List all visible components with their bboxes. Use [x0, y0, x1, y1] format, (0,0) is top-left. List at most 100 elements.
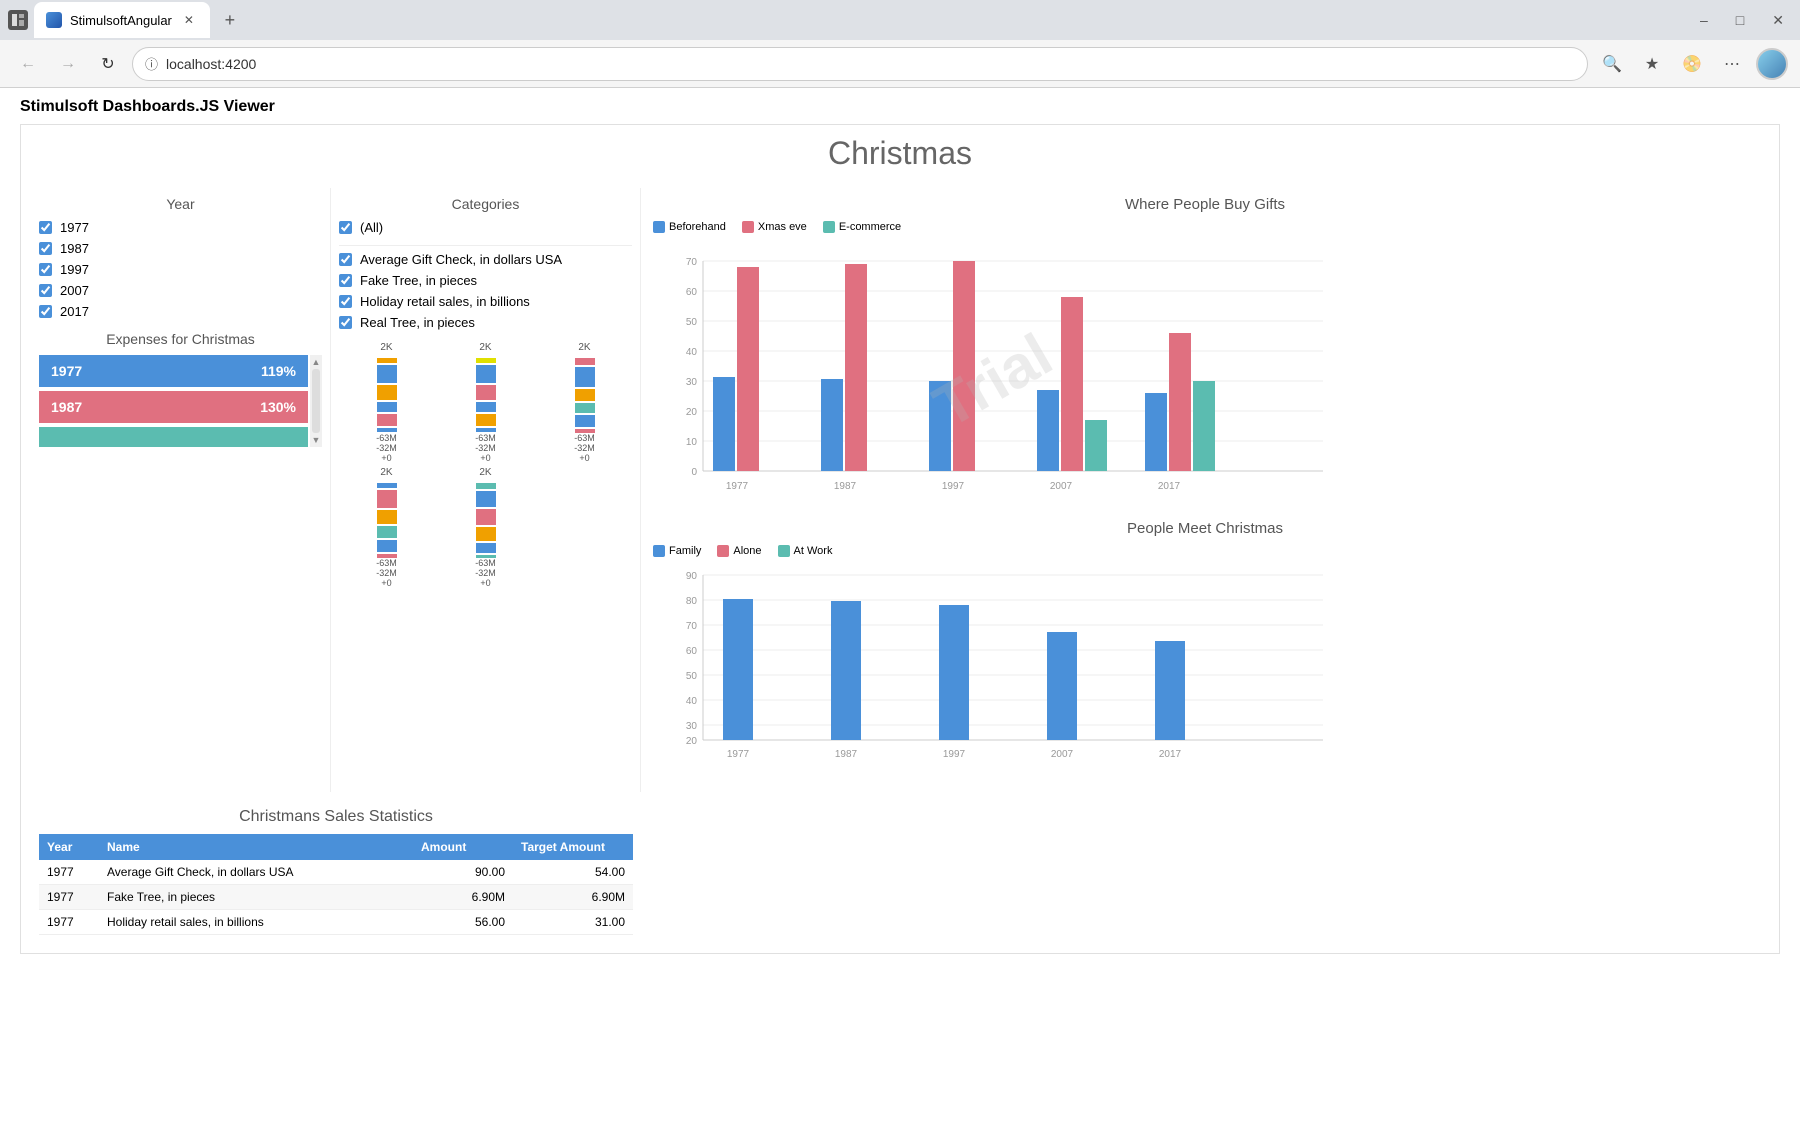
svg-text:60: 60: [686, 646, 698, 657]
close-window-button[interactable]: ✕: [1764, 8, 1792, 33]
where-buy-gifts-legend: Beforehand Xmas eve E-commerce: [653, 221, 1757, 233]
sparkline-2: 2K -63M -32M +0: [438, 342, 533, 463]
cat-realtree[interactable]: Real Tree, in pieces: [339, 315, 632, 330]
cat-label-all: (All): [360, 220, 383, 235]
forward-button[interactable]: →: [52, 48, 84, 80]
profile-avatar[interactable]: [1756, 48, 1788, 80]
year-item-1997[interactable]: 1997: [39, 262, 322, 277]
year-filter: Year 1977 1987 1997: [39, 196, 322, 319]
year-label-1977: 1977: [60, 220, 89, 235]
svg-text:1977: 1977: [727, 749, 750, 760]
cell-amount: 90.00: [413, 860, 513, 885]
title-bar-right: ‒ □ ✕: [1692, 8, 1792, 33]
legend-label-atwork: At Work: [794, 545, 833, 557]
legend-dot-atwork: [778, 545, 790, 557]
svg-text:40: 40: [686, 347, 698, 358]
year-item-1987[interactable]: 1987: [39, 241, 322, 256]
year-checkbox-2007[interactable]: [39, 284, 52, 297]
favorites-icon[interactable]: ★: [1636, 48, 1668, 80]
legend-dot-beforehand: [653, 221, 665, 233]
year-checkbox-1977[interactable]: [39, 221, 52, 234]
cell-target: 31.00: [513, 910, 633, 935]
where-buy-gifts-chart: 0 10 20 30 40 50 60 70: [653, 241, 1333, 501]
svg-text:70: 70: [686, 621, 698, 632]
year-checkbox-1997[interactable]: [39, 263, 52, 276]
back-button[interactable]: ←: [12, 48, 44, 80]
legend-dot-family: [653, 545, 665, 557]
new-tab-button[interactable]: +: [216, 6, 244, 34]
year-checkbox-1987[interactable]: [39, 242, 52, 255]
sparkline-3: 2K -63M -32M +0: [537, 342, 632, 463]
dashboard-container: Christmas Year 1977 1987: [20, 124, 1780, 954]
expense-pct-1977: 119%: [261, 363, 296, 379]
title-bar-left: StimulsoftAngular ✕ +: [8, 2, 244, 38]
svg-text:2007: 2007: [1051, 749, 1074, 760]
year-checkbox-2017[interactable]: [39, 305, 52, 318]
cat-checkbox-faketree[interactable]: [339, 274, 352, 287]
svg-text:1987: 1987: [834, 481, 857, 492]
legend-family: Family: [653, 545, 701, 557]
svg-text:20: 20: [686, 736, 698, 747]
cat-checkbox-retailsales[interactable]: [339, 295, 352, 308]
svg-text:1977: 1977: [726, 481, 749, 492]
svg-text:50: 50: [686, 671, 698, 682]
address-bar[interactable]: ⓘ localhost:4200: [132, 47, 1588, 81]
sparkline-5: 2K -63M -32M +0: [438, 467, 533, 588]
cat-retailsales[interactable]: Holiday retail sales, in billions: [339, 294, 632, 309]
middle-column: Categories (All) Average Gift Check, in …: [331, 188, 641, 792]
cell-target: 6.90M: [513, 885, 633, 910]
expenses-scrollbar[interactable]: ▲ ▼: [310, 355, 322, 447]
browser-window: StimulsoftAngular ✕ + ‒ □ ✕ ← → ↻ ⓘ loca…: [0, 0, 1800, 1148]
svg-text:20: 20: [686, 407, 698, 418]
people-meet-chart: 20 30 40 50 60 70 80 90: [653, 565, 1333, 765]
table-row: 1977 Fake Tree, in pieces 6.90M 6.90M: [39, 885, 633, 910]
scroll-down-arrow[interactable]: ▼: [312, 435, 321, 445]
cell-amount: 6.90M: [413, 885, 513, 910]
security-icon: ⓘ: [145, 54, 158, 73]
tab-close-button[interactable]: ✕: [180, 11, 198, 29]
refresh-button[interactable]: ↻: [92, 48, 124, 80]
search-icon[interactable]: 🔍: [1596, 48, 1628, 80]
where-buy-gifts-section: Where People Buy Gifts Beforehand Xmas e…: [653, 196, 1757, 504]
cat-checkbox-giftcheck[interactable]: [339, 253, 352, 266]
year-item-1977[interactable]: 1977: [39, 220, 322, 235]
expense-year-1987: 1987: [51, 399, 82, 415]
maximize-button[interactable]: □: [1728, 8, 1752, 32]
title-bar: StimulsoftAngular ✕ + ‒ □ ✕: [0, 0, 1800, 40]
cell-name: Fake Tree, in pieces: [99, 885, 413, 910]
svg-text:40: 40: [686, 696, 698, 707]
page-content: Stimulsoft Dashboards.JS Viewer Christma…: [0, 88, 1800, 1148]
svg-text:50: 50: [686, 317, 698, 328]
year-label-1997: 1997: [60, 262, 89, 277]
cat-all[interactable]: (All): [339, 220, 632, 235]
scroll-up-arrow[interactable]: ▲: [312, 357, 321, 367]
svg-text:2017: 2017: [1159, 749, 1182, 760]
year-label-2007: 2007: [60, 283, 89, 298]
minimize-button[interactable]: ‒: [1692, 8, 1716, 32]
scroll-thumb: [312, 369, 320, 433]
year-item-2017[interactable]: 2017: [39, 304, 322, 319]
cat-giftcheck[interactable]: Average Gift Check, in dollars USA: [339, 252, 632, 267]
svg-text:70: 70: [686, 257, 698, 268]
cat-checkbox-all[interactable]: [339, 221, 352, 234]
svg-text:90: 90: [686, 571, 698, 582]
svg-text:1997: 1997: [943, 749, 966, 760]
people-chart-legend: Family Alone At Work: [653, 545, 1757, 557]
more-tools-icon[interactable]: ⋯: [1716, 48, 1748, 80]
table-title: Christmans Sales Statistics: [39, 808, 633, 826]
table-row: 1977 Average Gift Check, in dollars USA …: [39, 860, 633, 885]
sparkline-1: 2K -63M -32M +0: [339, 342, 434, 463]
year-item-2007[interactable]: 2007: [39, 283, 322, 298]
expense-bar-1977: 1977 119%: [39, 355, 308, 387]
active-tab[interactable]: StimulsoftAngular ✕: [34, 2, 210, 38]
year-label-1987: 1987: [60, 241, 89, 256]
people-meet-christmas-section: People Meet Christmas Family Alone: [653, 520, 1757, 768]
cat-faketree[interactable]: Fake Tree, in pieces: [339, 273, 632, 288]
table-row: 1977 Holiday retail sales, in billions 5…: [39, 910, 633, 935]
legend-ecommerce: E-commerce: [823, 221, 901, 233]
collections-icon[interactable]: 📀: [1676, 48, 1708, 80]
sales-table: Year Name Amount Target Amount 1977 Aver…: [39, 834, 633, 935]
cat-checkbox-realtree[interactable]: [339, 316, 352, 329]
tab-favicon: [46, 12, 62, 28]
legend-xmaseve: Xmas eve: [742, 221, 807, 233]
